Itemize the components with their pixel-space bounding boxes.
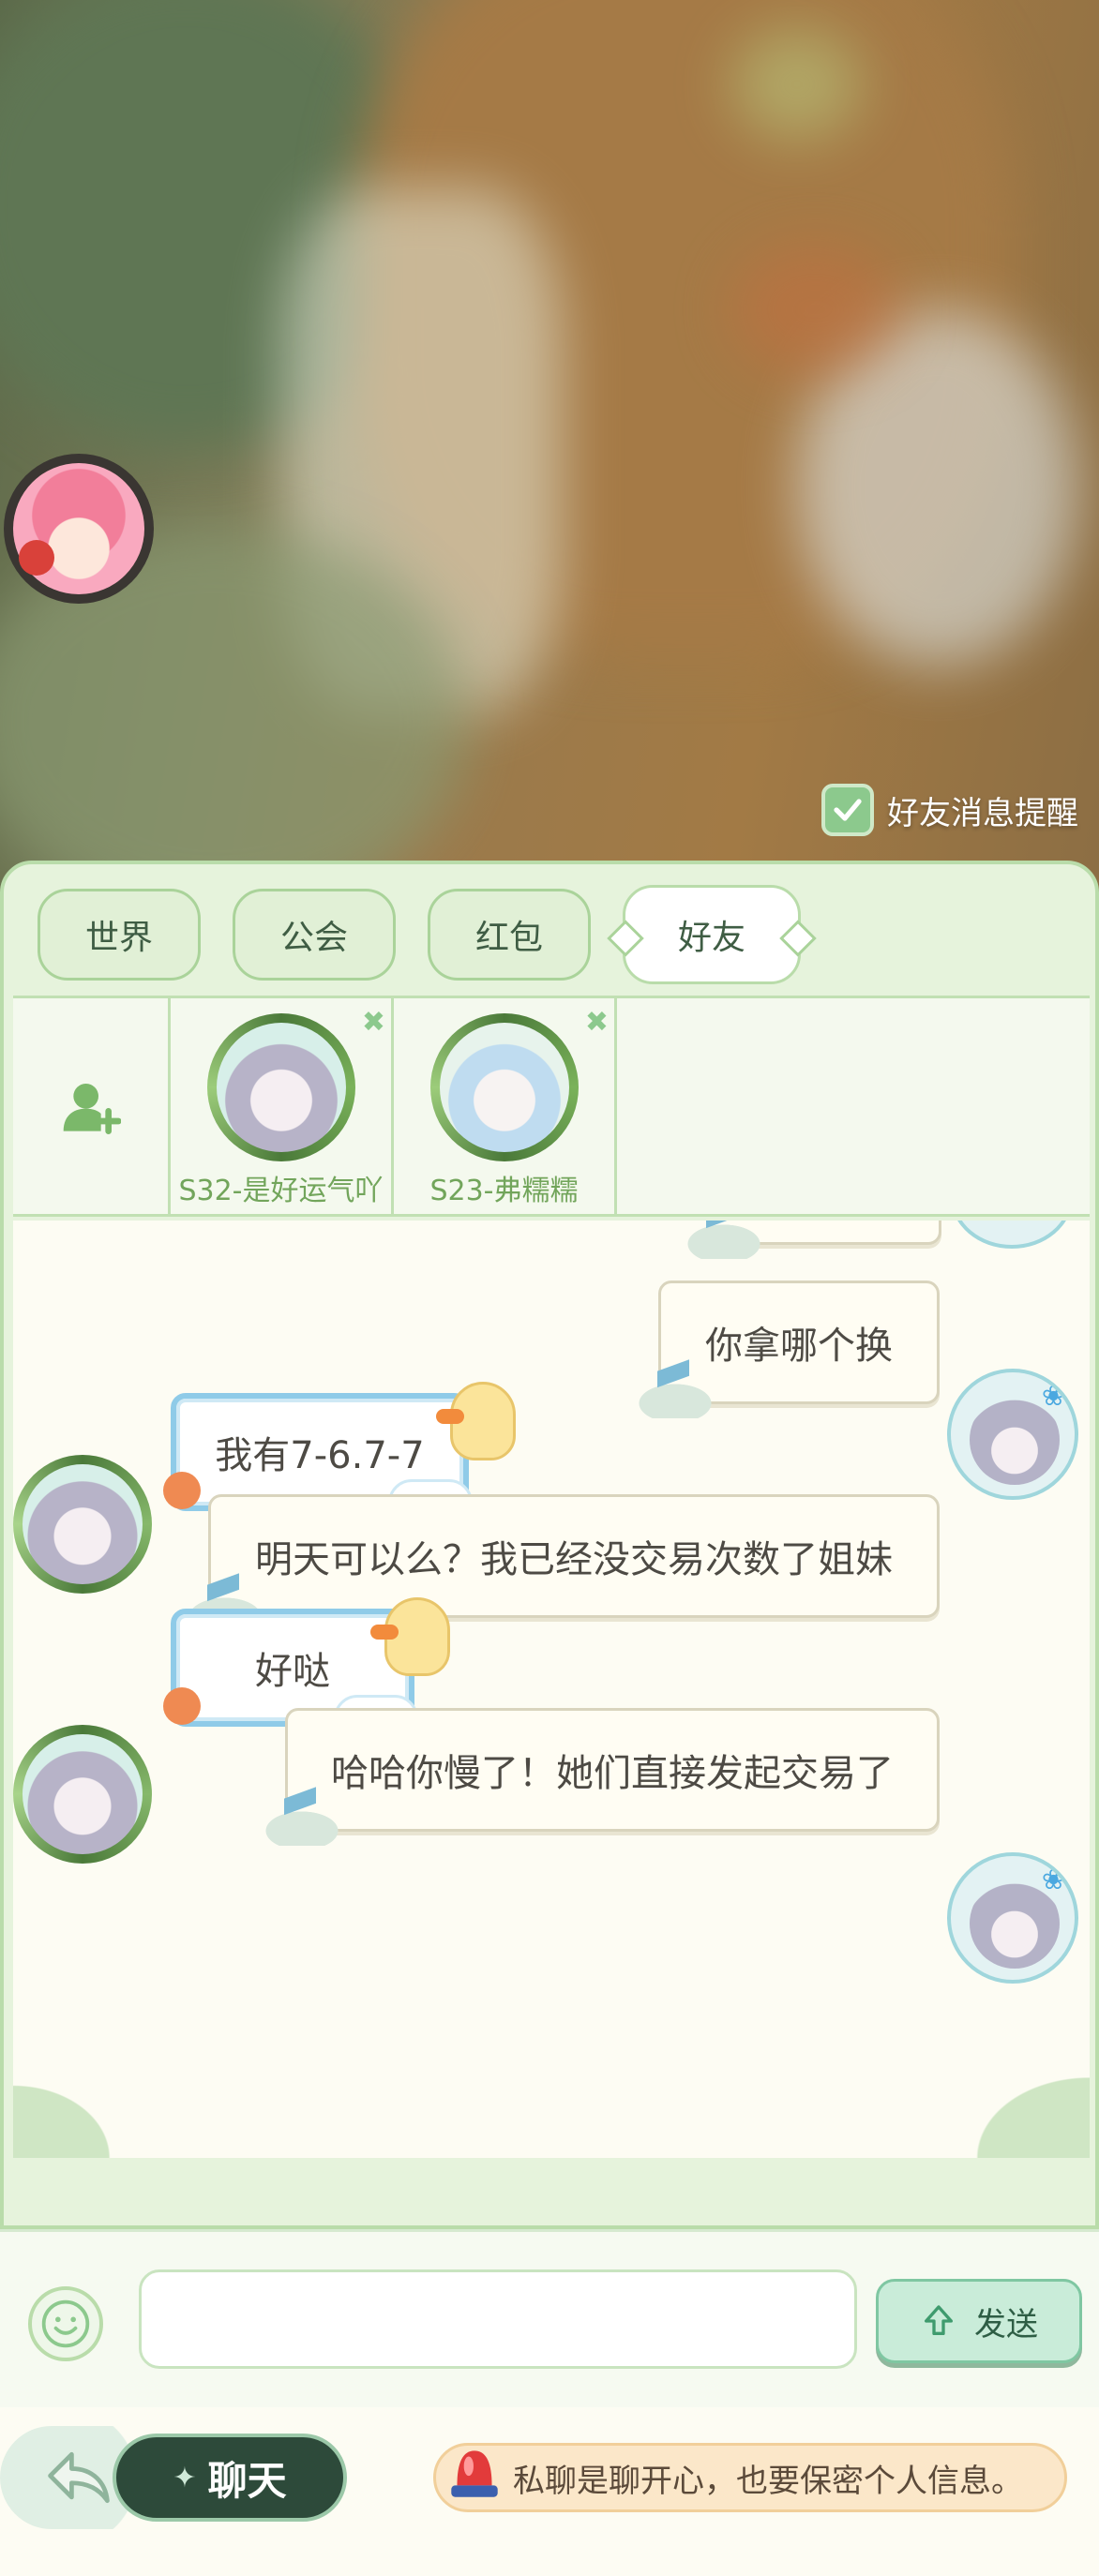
emoji-button[interactable]: [28, 2286, 103, 2361]
add-friend-button[interactable]: [13, 998, 171, 1214]
tab-red-packet[interactable]: 红包: [428, 889, 591, 981]
friend-list: S32-是好运气吖 ✖ S23-弗糯糯 ✖: [13, 996, 1090, 1217]
game-background: [0, 0, 1099, 900]
message-bubble-partial: [682, 1221, 941, 1259]
channel-tabs: 世界 公会 红包 好友: [38, 885, 801, 984]
vine-decoration: [958, 2064, 1090, 2158]
chat-title-pill: ✦ 聊天: [113, 2434, 347, 2522]
friend-chat-avatar[interactable]: [13, 1455, 152, 1594]
vine-decoration: [13, 2074, 126, 2158]
tab-friends[interactable]: 好友: [623, 885, 801, 984]
friend-notify-toggle[interactable]: 好友消息提醒: [821, 784, 1078, 836]
siren-icon: [451, 2450, 498, 2497]
tab-world[interactable]: 世界: [38, 889, 201, 981]
message-text: 好哒: [255, 1650, 330, 1693]
friend-avatar: [206, 1013, 355, 1161]
my-avatar-partial: [951, 1221, 1073, 1249]
chat-panel: 世界 公会 红包 好友 S32-是好运气吖 ✖ S23-弗糯糯 ✖ 你拿哪个换: [0, 861, 1099, 2229]
smiley-icon: [41, 2299, 90, 2348]
send-label: 发送: [974, 2305, 1038, 2344]
message-bubble-me: 明天可以么？我已经没交易次数了姐妹: [183, 1494, 940, 1632]
friend-name: S23-弗糯糯: [429, 1175, 579, 1207]
chat-messages[interactable]: 你拿哪个换 ❀ 我有7-6.7-7 明天可以么？我已经没交易次数了姐妹 ❀ 好哒…: [13, 1221, 1090, 2158]
message-bubble-me: 你拿哪个换: [633, 1281, 940, 1418]
duck-icon: [370, 1597, 450, 1676]
chat-title: 聊天: [207, 2457, 287, 2504]
friend-chat-avatar[interactable]: [13, 1725, 152, 1864]
sparkle-icon: ✦: [173, 2461, 197, 2494]
friend-avatar: [429, 1013, 579, 1161]
friend-name: S32-是好运气吖: [178, 1175, 384, 1207]
paw-icon: [163, 1687, 201, 1725]
bottom-bar: ✦ 聊天 私聊是聊开心，也要保密个人信息。: [0, 2407, 1099, 2576]
my-avatar[interactable]: ❀: [947, 1852, 1078, 1984]
add-friend-icon: [63, 1084, 121, 1134]
privacy-warning: 私聊是聊开心，也要保密个人信息。: [433, 2443, 1067, 2512]
message-input[interactable]: [139, 2269, 857, 2369]
paw-icon: [163, 1472, 201, 1509]
player-avatar[interactable]: [4, 454, 154, 604]
friend-item[interactable]: S32-是好运气吖 ✖: [171, 998, 394, 1214]
tab-guild[interactable]: 公会: [233, 889, 396, 981]
send-button[interactable]: 发送: [876, 2279, 1082, 2363]
friend-notify-label: 好友消息提醒: [887, 794, 1078, 832]
duck-icon: [436, 1382, 516, 1460]
privacy-warning-text: 私聊是聊开心，也要保密个人信息。: [513, 2462, 1023, 2500]
checkbox-checked-icon[interactable]: [821, 784, 874, 836]
my-avatar[interactable]: ❀: [947, 1369, 1078, 1500]
message-text: 我有7-6.7-7: [215, 1434, 425, 1477]
close-icon[interactable]: ✖: [585, 1006, 609, 1039]
back-to-chat-button[interactable]: ✦ 聊天: [0, 2426, 353, 2529]
message-input-bar: 发送: [0, 2229, 1099, 2407]
close-icon[interactable]: ✖: [362, 1006, 385, 1039]
message-bubble-me: 哈哈你慢了！她们直接发起交易了: [260, 1708, 940, 1846]
friend-item[interactable]: S23-弗糯糯 ✖: [394, 998, 617, 1214]
upload-arrow-icon: [925, 2305, 953, 2335]
back-arrow-icon[interactable]: [43, 2447, 114, 2509]
